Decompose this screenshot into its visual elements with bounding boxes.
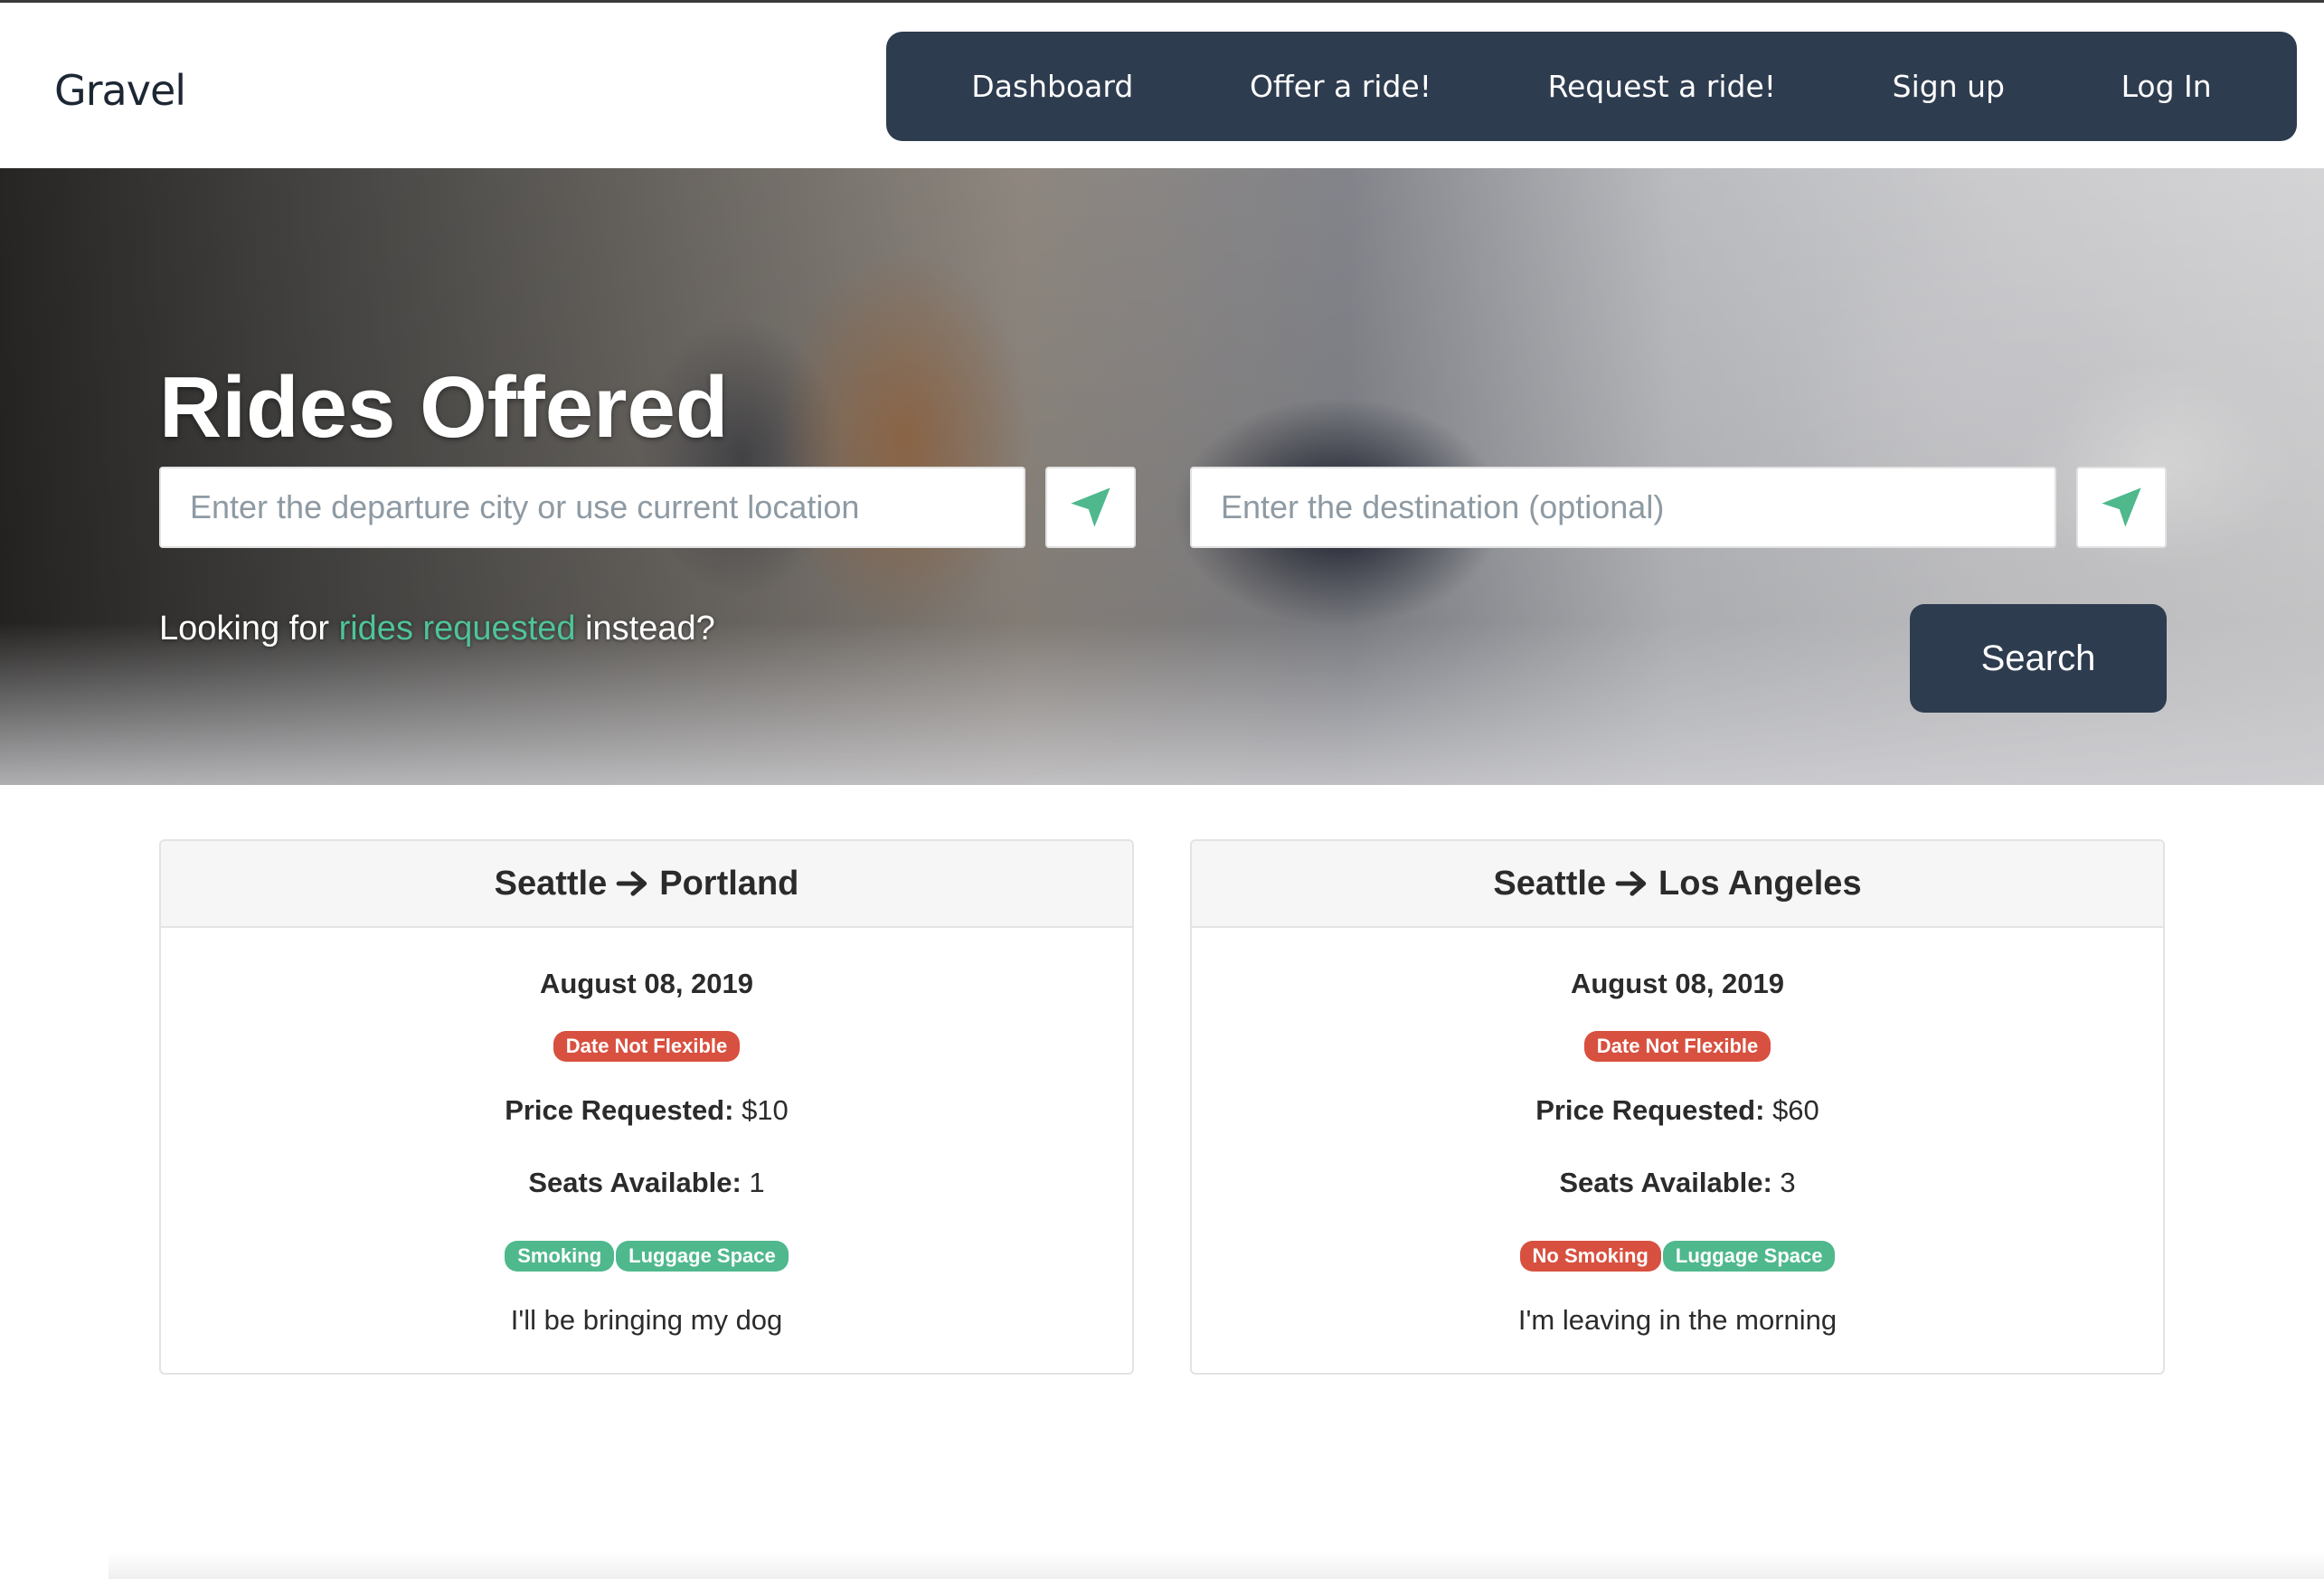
seats-label: Seats Available: [528, 1167, 742, 1198]
site-header: Gravel Dashboard Offer a ride! Request a… [0, 3, 2324, 168]
ride-date: August 08, 2019 [1570, 968, 1785, 999]
feature-badges: Smoking Luggage Space [161, 1241, 1132, 1272]
route-to: Portland [659, 864, 799, 903]
nav-dashboard[interactable]: Dashboard [953, 60, 1151, 113]
rides-requested-link[interactable]: rides requested [339, 610, 576, 648]
nav-sign-up[interactable]: Sign up [1875, 60, 2023, 113]
footer-shadow [109, 1552, 2324, 1579]
search-button[interactable]: Search [1910, 604, 2167, 713]
route-from: Seattle [494, 864, 608, 903]
alt-suffix: instead? [575, 610, 715, 648]
route-to: Los Angeles [1658, 864, 1862, 903]
arrow-right-icon [616, 871, 647, 896]
seats-value: 3 [1771, 1167, 1796, 1198]
destination-input[interactable] [1190, 467, 2056, 548]
ride-date: August 08, 2019 [539, 968, 754, 999]
ride-card[interactable]: Seattle Los Angeles August 08, 2019 Date… [1190, 839, 2165, 1375]
departure-location-button[interactable] [1045, 467, 1136, 548]
page-title: Rides Offered [159, 359, 729, 456]
seats-label: Seats Available: [1559, 1167, 1772, 1198]
date-flexibility-badge: Date Not Flexible [1583, 1031, 1771, 1062]
ride-note: I'll be bringing my dog [510, 1304, 783, 1336]
seats-value: 1 [741, 1167, 765, 1198]
price-value: $10 [733, 1094, 789, 1126]
price-value: $60 [1764, 1094, 1819, 1126]
price-requested: Price Requested: $60 [1192, 1094, 2163, 1127]
no-smoking-badge: No Smoking [1519, 1241, 1661, 1272]
ride-details: August 08, 2019 Date Not Flexible Price … [161, 968, 1132, 1337]
ride-details: August 08, 2019 Date Not Flexible Price … [1192, 968, 2163, 1337]
main-nav: Dashboard Offer a ride! Request a ride! … [886, 32, 2297, 141]
seats-available: Seats Available: 1 [161, 1167, 1132, 1199]
luggage-badge: Luggage Space [1662, 1241, 1836, 1272]
ride-note: I'm leaving in the morning [1517, 1304, 1837, 1336]
smoking-badge: Smoking [505, 1241, 615, 1272]
price-label: Price Requested: [1535, 1094, 1765, 1126]
alt-prefix: Looking for [159, 610, 339, 648]
route-from: Seattle [1493, 864, 1607, 903]
hero-banner: Rides Offered Looking for rides requeste… [0, 168, 2324, 785]
nav-log-in[interactable]: Log In [2103, 60, 2230, 113]
arrow-right-icon [1615, 871, 1647, 896]
feature-badges: No Smoking Luggage Space [1192, 1241, 2163, 1272]
nav-request-ride[interactable]: Request a ride! [1530, 60, 1794, 113]
date-flexibility-badge: Date Not Flexible [553, 1031, 741, 1062]
location-arrow-icon [2102, 487, 2141, 527]
ride-route: Seattle Portland [161, 841, 1132, 928]
location-arrow-icon [1071, 487, 1110, 527]
departure-input[interactable] [159, 467, 1025, 548]
price-requested: Price Requested: $10 [161, 1094, 1132, 1127]
ride-route: Seattle Los Angeles [1192, 841, 2163, 928]
destination-location-button[interactable] [2076, 467, 2167, 548]
alt-search-prompt: Looking for rides requested instead? [159, 610, 715, 648]
price-label: Price Requested: [505, 1094, 734, 1126]
luggage-badge: Luggage Space [616, 1241, 789, 1272]
nav-offer-ride[interactable]: Offer a ride! [1232, 60, 1450, 113]
seats-available: Seats Available: 3 [1192, 1167, 2163, 1199]
ride-card[interactable]: Seattle Portland August 08, 2019 Date No… [159, 839, 1134, 1375]
brand-logo[interactable]: Gravel [54, 66, 186, 115]
